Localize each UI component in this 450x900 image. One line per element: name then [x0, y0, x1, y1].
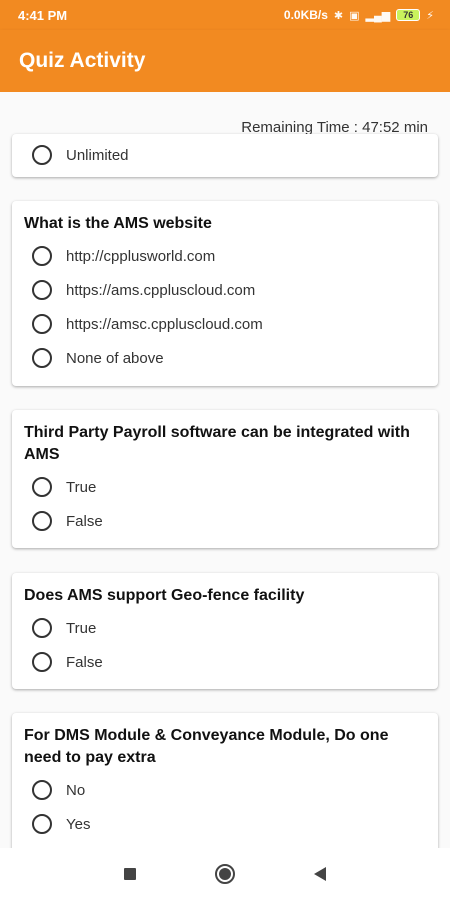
option-item[interactable]: https://ams.cppluscloud.com [24, 273, 426, 307]
option-label: Yes [66, 815, 91, 833]
radio-button[interactable] [32, 511, 52, 531]
option-item[interactable]: https://amsc.cppluscloud.com [24, 307, 426, 341]
quiz-content[interactable]: Remaining Time : 47:52 min Unlimited Wha… [0, 92, 450, 848]
option-item[interactable]: None of above [24, 341, 426, 375]
option-label: https://ams.cppluscloud.com [66, 281, 256, 299]
status-icons: 0.0KB/s ✱ ▣ ▂▄▆ 76 ⚡ [284, 8, 434, 22]
network-speed: 0.0KB/s [283, 8, 328, 22]
option-label: False [66, 512, 103, 530]
option-item[interactable]: True [24, 470, 426, 504]
option-item[interactable]: http://cpplusworld.com [24, 239, 426, 273]
page-title: Quiz Activity [19, 49, 146, 72]
option-item[interactable]: Yes [24, 807, 426, 841]
option-item[interactable]: False [24, 645, 426, 679]
signal-icon: ▂▄▆ [365, 9, 391, 22]
sim-icon: ▣ [349, 9, 360, 22]
option-label: No [66, 781, 86, 799]
option-item[interactable]: True [24, 611, 426, 645]
radio-button[interactable] [32, 780, 52, 800]
option-label: Unlimited [66, 146, 129, 164]
app-bar: Quiz Activity [0, 30, 450, 92]
radio-button[interactable] [32, 652, 52, 672]
home-icon [215, 864, 235, 884]
option-item[interactable]: False [24, 504, 426, 538]
radio-button[interactable] [32, 618, 52, 638]
radio-button[interactable] [32, 348, 52, 368]
option-label: True [66, 478, 97, 496]
question-text: What is the AMS website [24, 215, 212, 232]
radio-button[interactable] [32, 314, 52, 334]
question-card: What is the AMS website http://cppluswor… [12, 201, 438, 386]
radio-button[interactable] [32, 145, 52, 165]
status-time: 4:41 PM [18, 7, 68, 23]
status-bar: 4:41 PM 0.0KB/s ✱ ▣ ▂▄▆ 76 ⚡ [0, 0, 450, 30]
question-text: Third Party Payroll software can be inte… [24, 424, 410, 463]
question-text: Does AMS support Geo-fence facility [24, 587, 305, 604]
battery-level: 76 [403, 10, 414, 20]
charging-icon: ⚡ [426, 9, 434, 22]
question-card: Does AMS support Geo-fence facility True… [12, 573, 438, 689]
option-item[interactable]: No [24, 773, 426, 807]
option-label: http://cpplusworld.com [66, 247, 216, 265]
radio-button[interactable] [32, 246, 52, 266]
option-label: https://amsc.cppluscloud.com [66, 315, 263, 333]
back-button[interactable] [273, 867, 368, 881]
radio-button[interactable] [32, 477, 52, 497]
back-icon [314, 867, 326, 881]
home-button[interactable] [178, 864, 273, 884]
question-text: For DMS Module & Conveyance Module, Do o… [24, 727, 389, 766]
option-label: None of above [66, 349, 164, 367]
question-card: For DMS Module & Conveyance Module, Do o… [12, 713, 438, 848]
radio-button[interactable] [32, 280, 52, 300]
question-card: Third Party Payroll software can be inte… [12, 410, 438, 548]
option-label: True [66, 619, 97, 637]
option-unlimited[interactable]: Unlimited [24, 138, 426, 172]
battery-icon: 76 [396, 9, 421, 21]
bluetooth-icon: ✱ [333, 9, 344, 22]
radio-button[interactable] [32, 814, 52, 834]
recents-button[interactable] [83, 868, 178, 880]
system-nav-bar [0, 848, 450, 900]
question-card: Unlimited [12, 134, 438, 177]
option-label: False [66, 653, 103, 671]
recents-icon [124, 868, 136, 880]
